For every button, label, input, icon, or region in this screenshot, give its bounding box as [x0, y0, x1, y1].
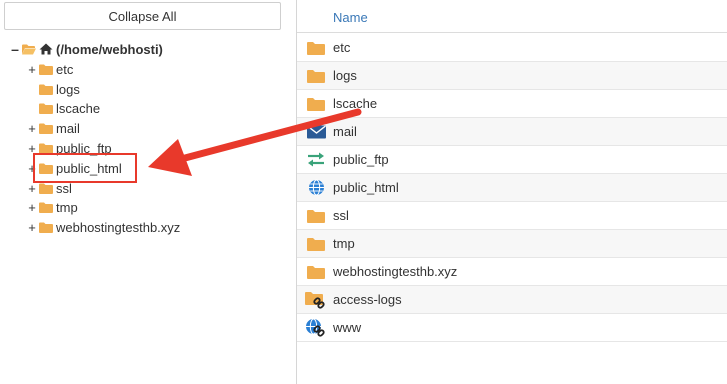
file-row-etc[interactable]: etc — [297, 34, 727, 62]
file-name[interactable]: www — [333, 320, 361, 335]
folder-icon — [39, 103, 53, 114]
file-name[interactable]: etc — [333, 40, 350, 55]
tree-item-webhostingtesthb-xyz[interactable]: + webhostingtesthb.xyz — [27, 218, 180, 236]
file-row-lscache[interactable]: lscache — [297, 90, 727, 118]
tree-item-lscache[interactable]: lscache — [27, 99, 100, 117]
folder-icon — [39, 183, 53, 194]
file-row-tmp[interactable]: tmp — [297, 230, 727, 258]
globe-icon — [308, 179, 324, 196]
tree-root-item[interactable]: – (/home/webhosti) — [10, 40, 163, 58]
tree-item-label: etc — [56, 61, 74, 77]
tree-item-label: tmp — [56, 199, 78, 215]
file-row-ssl[interactable]: ssl — [297, 202, 727, 230]
transfer-arrows-icon — [308, 152, 324, 167]
file-row-public-ftp[interactable]: public_ftp — [297, 146, 727, 174]
folder-icon — [39, 84, 53, 95]
public-html-highlight-box — [33, 153, 137, 183]
file-name[interactable]: mail — [333, 124, 357, 139]
folder-icon — [39, 202, 53, 213]
file-name[interactable]: logs — [333, 68, 357, 83]
expand-toggle-icon[interactable]: + — [27, 182, 37, 195]
envelope-icon — [306, 124, 326, 138]
file-name[interactable]: access-logs — [333, 292, 402, 307]
file-row-www[interactable]: www — [297, 314, 727, 342]
file-name[interactable]: lscache — [333, 96, 377, 111]
folder-icon — [307, 265, 325, 279]
directory-tree-panel: Collapse All – (/home/webhosti) + etc lo… — [0, 0, 296, 384]
expand-toggle-icon[interactable]: + — [27, 201, 37, 214]
tree-item-label: logs — [56, 81, 80, 97]
file-name[interactable]: webhostingtesthb.xyz — [333, 264, 457, 279]
tree-item-logs[interactable]: logs — [27, 80, 80, 98]
tree-item-etc[interactable]: + etc — [27, 60, 73, 78]
folder-icon — [307, 97, 325, 111]
tree-item-label: lscache — [56, 100, 101, 116]
folder-icon — [307, 209, 325, 223]
collapse-toggle-icon[interactable]: – — [10, 42, 20, 56]
tree-item-label: mail — [56, 120, 80, 136]
file-row-public-html[interactable]: public_html — [297, 174, 727, 202]
expand-toggle-icon[interactable]: + — [27, 221, 37, 234]
home-icon — [39, 43, 53, 55]
expand-toggle-icon[interactable]: + — [27, 122, 37, 135]
file-name[interactable]: public_ftp — [333, 152, 389, 167]
tree-item-tmp[interactable]: + tmp — [27, 198, 78, 216]
folder-icon — [39, 123, 53, 134]
file-row-logs[interactable]: logs — [297, 62, 727, 90]
tree-item-mail[interactable]: + mail — [27, 119, 80, 137]
expand-toggle-icon[interactable]: + — [27, 63, 37, 76]
file-row-webhostingtesthb-xyz[interactable]: webhostingtesthb.xyz — [297, 258, 727, 286]
file-name[interactable]: tmp — [333, 236, 355, 251]
folder-icon — [39, 143, 53, 154]
name-column-header[interactable]: Name — [333, 10, 368, 25]
tree-item-label: webhostingtesthb.xyz — [56, 219, 181, 235]
open-folder-icon — [22, 44, 36, 54]
folder-link-icon — [305, 291, 325, 309]
file-row-mail[interactable]: mail — [297, 118, 727, 146]
collapse-all-button[interactable]: Collapse All — [4, 2, 281, 30]
folder-icon — [307, 237, 325, 251]
folder-icon — [39, 222, 53, 233]
file-row-access-logs[interactable]: access-logs — [297, 286, 727, 314]
folder-icon — [307, 41, 325, 55]
file-list-panel: Name etc logs lscache mail public_ftp pu… — [297, 0, 727, 384]
folder-icon — [307, 69, 325, 83]
tree-root-label: (/home/webhosti) — [56, 41, 163, 57]
file-name[interactable]: ssl — [333, 208, 349, 223]
file-name[interactable]: public_html — [333, 180, 399, 195]
globe-link-icon — [306, 318, 325, 337]
folder-icon — [39, 64, 53, 75]
file-list-header: Name — [297, 4, 727, 33]
